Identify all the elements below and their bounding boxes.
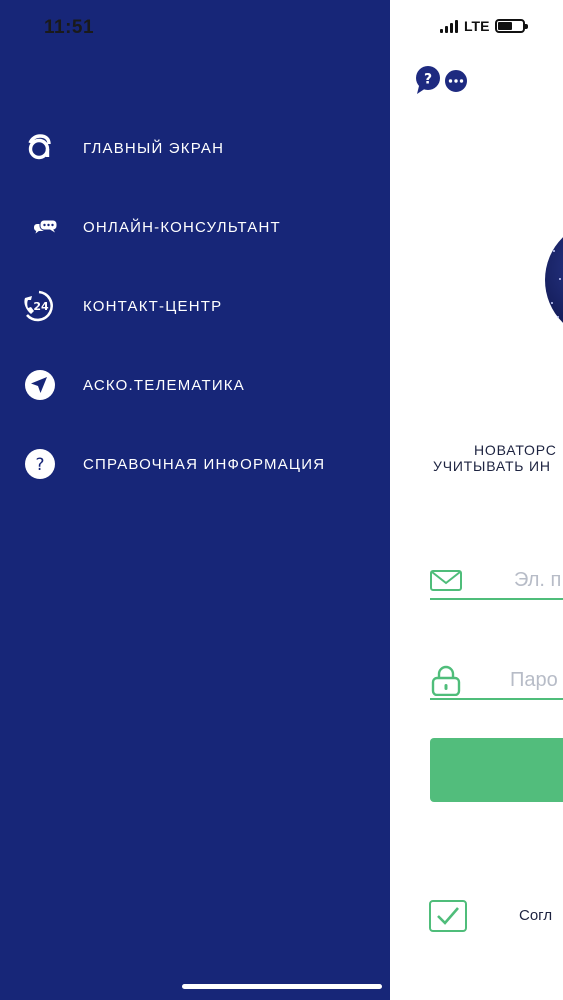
menu-item-online-consultant[interactable]: ОНЛАЙН-КОНСУЛЬТАНТ	[0, 199, 390, 255]
menu-item-contact-center[interactable]: 24 КОНТАКТ-ЦЕНТР	[0, 278, 390, 334]
chat-bubbles-icon	[22, 209, 58, 245]
tagline-line-2: УЧИТЫВАТЬ ИН	[433, 458, 551, 474]
email-field[interactable]: Эл. п	[430, 560, 563, 600]
agreement-checkbox[interactable]	[429, 900, 467, 932]
svg-text:24: 24	[33, 300, 49, 313]
menu-item-reference-info[interactable]: ? СПРАВОЧНАЯ ИНФОРМАЦИЯ	[0, 436, 390, 492]
navigation-arrow-icon	[22, 367, 58, 403]
password-placeholder: Паро	[510, 669, 558, 691]
tagline-line-1: НОВАТОРС	[474, 442, 557, 458]
password-field[interactable]: Паро	[430, 660, 563, 700]
phone-24-icon: 24	[22, 288, 58, 324]
battery-icon	[495, 19, 529, 33]
planet-illustration	[545, 220, 563, 340]
svg-text:?: ?	[424, 72, 432, 88]
email-placeholder: Эл. п	[514, 569, 562, 591]
status-time: 11:51	[44, 17, 95, 38]
menu-item-telematics[interactable]: АСКО.ТЕЛЕМАТИКА	[0, 357, 390, 413]
mail-icon	[430, 564, 462, 596]
main-screen	[390, 0, 563, 1000]
asko-logo-icon	[22, 130, 58, 166]
side-drawer: 11:51 ГЛАВНЫЙ ЭКРАН ОНЛАЙН-КОНСУЛЬТАНТ 2…	[0, 0, 390, 1000]
menu-item-label: СПРАВОЧНАЯ ИНФОРМАЦИЯ	[83, 455, 326, 473]
menu-item-label: КОНТАКТ-ЦЕНТР	[83, 297, 223, 315]
menu-item-label: ОНЛАЙН-КОНСУЛЬТАНТ	[83, 218, 281, 236]
agreement-text: Согл	[519, 907, 553, 924]
home-indicator[interactable]	[182, 984, 382, 989]
help-chat-icon[interactable]: ?	[413, 64, 473, 96]
checkmark-icon	[437, 907, 459, 925]
question-icon: ?	[22, 446, 58, 482]
svg-text:?: ?	[35, 455, 44, 475]
menu-item-label: АСКО.ТЕЛЕМАТИКА	[83, 376, 245, 394]
menu-item-label: ГЛАВНЫЙ ЭКРАН	[83, 139, 225, 157]
signal-icon	[440, 19, 458, 33]
status-bar-right: LTE	[440, 18, 529, 34]
login-button[interactable]	[430, 738, 563, 802]
network-label: LTE	[464, 18, 490, 34]
lock-icon	[430, 664, 462, 697]
menu-item-home[interactable]: ГЛАВНЫЙ ЭКРАН	[0, 120, 390, 176]
